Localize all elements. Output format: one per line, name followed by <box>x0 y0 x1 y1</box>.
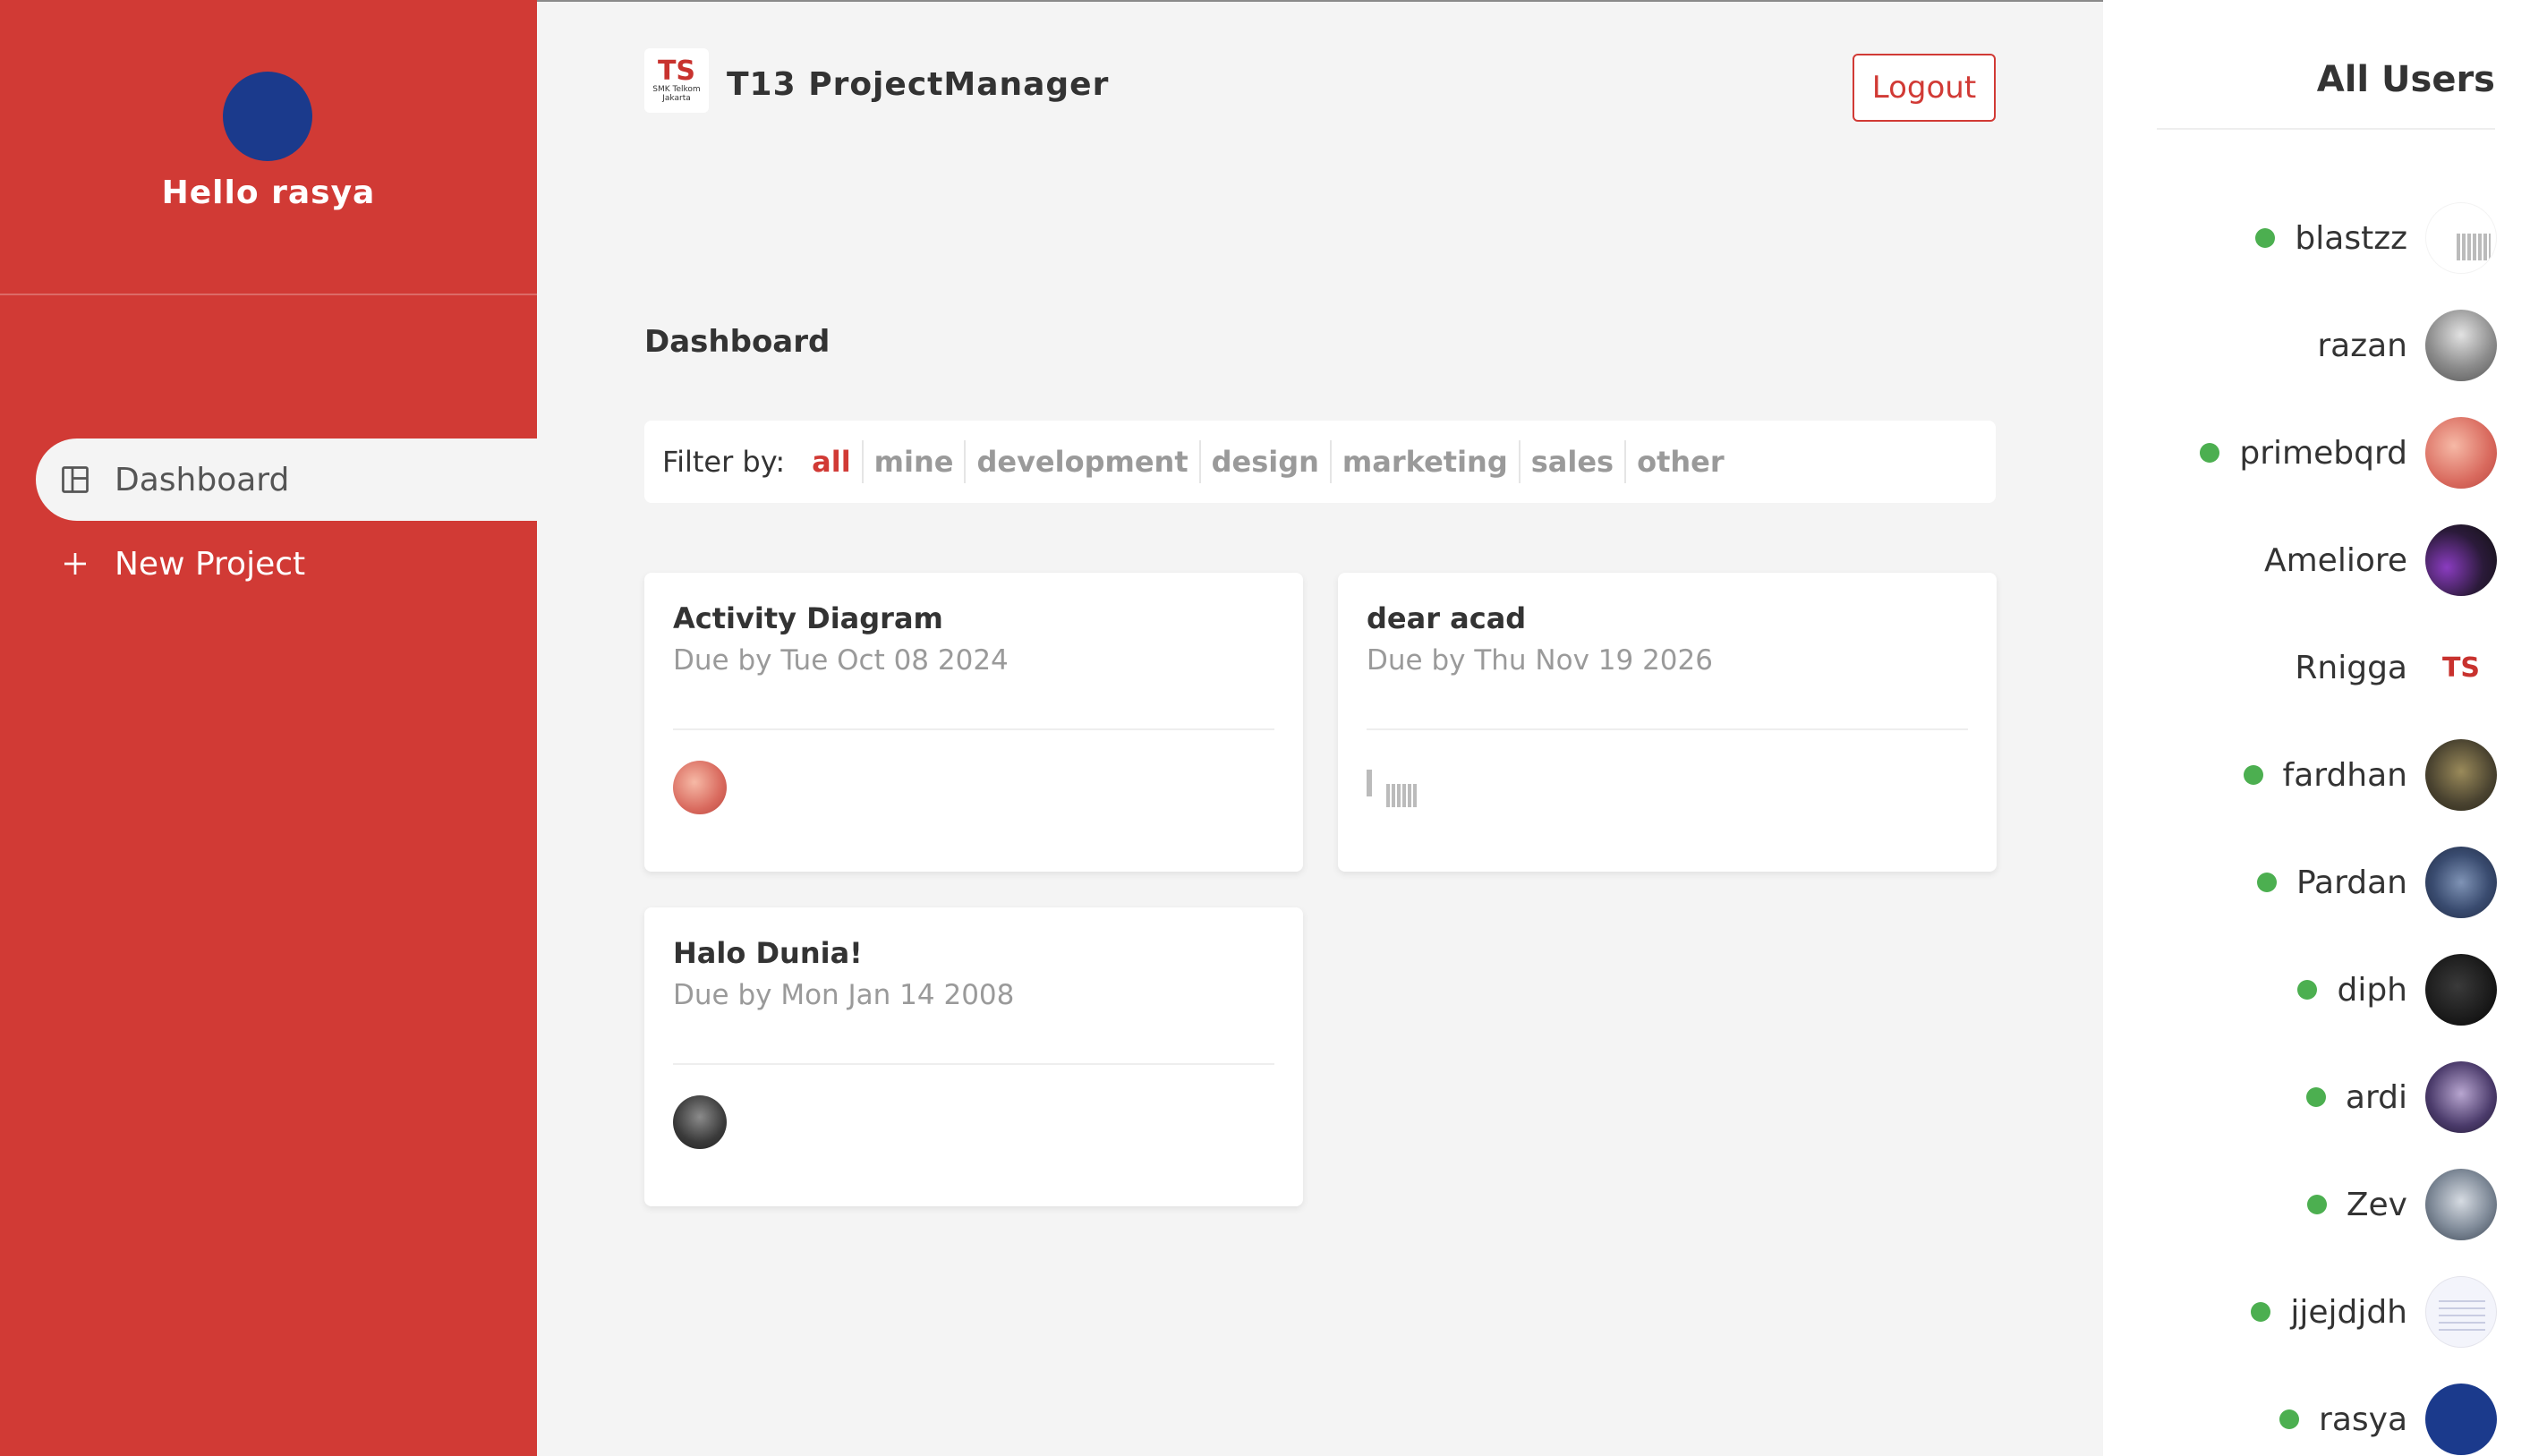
filter-development[interactable]: development <box>966 440 1201 483</box>
user-list-item[interactable]: diph <box>2297 954 2497 1026</box>
online-status-dot <box>2279 1409 2300 1429</box>
sidebar: Hello rasya Dashboard New Project <box>0 0 537 1456</box>
user-name: blastzz <box>2295 219 2407 257</box>
project-due-date: Due by Thu Nov 19 2026 <box>1367 644 1713 677</box>
layout-icon <box>57 462 93 498</box>
user-name: Pardan <box>2296 864 2407 901</box>
user-name: Zev <box>2346 1186 2407 1223</box>
user-avatar <box>2425 1061 2497 1133</box>
project-title: Halo Dunia! <box>673 936 863 970</box>
users-divider <box>2157 128 2495 130</box>
assignee-avatar <box>673 761 727 814</box>
user-name: Rnigga <box>2295 649 2407 686</box>
online-status-dot <box>2251 1302 2271 1322</box>
user-list-item[interactable]: jjejdjdh <box>2251 1276 2497 1348</box>
card-divider <box>1367 728 1968 730</box>
user-list-item[interactable]: blastzz <box>2255 202 2497 274</box>
user-list-item[interactable]: rasya <box>2279 1384 2497 1455</box>
card-divider <box>673 728 1274 730</box>
brand-title: T13 ProjectManager <box>727 66 1110 103</box>
online-status-dot <box>2306 1195 2327 1214</box>
sidebar-item-dashboard[interactable]: Dashboard <box>36 439 537 521</box>
online-status-dot <box>2255 228 2276 248</box>
project-title: Activity Diagram <box>673 601 943 635</box>
filter-all[interactable]: all <box>801 440 864 483</box>
user-avatar <box>2425 1384 2497 1455</box>
filter-other[interactable]: other <box>1626 440 1735 483</box>
filter-label: Filter by: <box>662 445 786 479</box>
user-avatar <box>2425 310 2497 381</box>
user-name: jjejdjdh <box>2290 1293 2407 1331</box>
assignee-avatar <box>1367 761 1420 814</box>
user-list-item[interactable]: Ameliore <box>2264 524 2497 596</box>
online-status-dot <box>2200 443 2220 463</box>
filter-design[interactable]: design <box>1201 440 1332 483</box>
project-title: dear acad <box>1367 601 1527 635</box>
online-status-dot <box>2297 980 2318 1000</box>
user-avatar <box>2425 417 2497 489</box>
assignee-avatar <box>673 1095 727 1149</box>
user-list-item[interactable]: fardhan <box>2243 739 2497 811</box>
sidebar-item-label: Dashboard <box>115 461 290 498</box>
brand-logo: TS SMK Telkom Jakarta <box>644 48 709 113</box>
user-name: rasya <box>2319 1401 2407 1438</box>
project-card[interactable]: Activity Diagram Due by Tue Oct 08 2024 <box>644 573 1303 872</box>
project-due-date: Due by Tue Oct 08 2024 <box>673 644 1009 677</box>
user-avatar: TS <box>2425 632 2497 703</box>
online-status-dot <box>2305 1087 2326 1107</box>
current-user-avatar[interactable] <box>223 72 312 161</box>
project-card[interactable]: Halo Dunia! Due by Mon Jan 14 2008 <box>644 907 1303 1206</box>
filter-sales[interactable]: sales <box>1521 440 1627 483</box>
sidebar-item-new-project[interactable]: New Project <box>36 523 537 605</box>
user-name: fardhan <box>2282 756 2407 794</box>
user-list-item[interactable]: Pardan <box>2256 847 2497 918</box>
user-avatar <box>2425 739 2497 811</box>
user-name: primebqrd <box>2239 434 2407 472</box>
online-status-dot <box>2243 765 2263 785</box>
project-filter: Filter by: all mine development design m… <box>644 421 1996 503</box>
users-panel-title: All Users <box>2316 59 2495 100</box>
user-name: ardi <box>2345 1078 2407 1116</box>
logo-text: SMK Telkom Jakarta <box>652 85 701 103</box>
user-avatar <box>2425 954 2497 1026</box>
user-avatar <box>2425 524 2497 596</box>
greeting: Hello rasya <box>161 175 376 211</box>
sidebar-item-label: New Project <box>115 545 306 583</box>
user-list-item[interactable]: ardi <box>2305 1061 2497 1133</box>
sidebar-divider <box>0 294 537 295</box>
online-status-dot <box>2256 873 2277 892</box>
user-avatar <box>2425 1276 2497 1348</box>
plus-icon <box>57 546 93 582</box>
user-avatar <box>2425 847 2497 918</box>
user-list-item[interactable]: Rnigga TS <box>2295 632 2497 703</box>
user-list-item[interactable]: primebqrd <box>2200 417 2497 489</box>
user-avatar <box>2425 202 2497 274</box>
logo-glyph: TS <box>657 55 696 87</box>
card-divider <box>673 1063 1274 1065</box>
user-name: diph <box>2337 971 2407 1009</box>
user-list-item[interactable]: Zev <box>2306 1169 2497 1240</box>
filter-mine[interactable]: mine <box>864 440 967 483</box>
filter-marketing[interactable]: marketing <box>1332 440 1521 483</box>
project-due-date: Due by Mon Jan 14 2008 <box>673 979 1015 1011</box>
user-name: Ameliore <box>2263 541 2407 579</box>
user-name: razan <box>2317 327 2407 364</box>
logout-button[interactable]: Logout <box>1853 54 1996 122</box>
page-title: Dashboard <box>644 324 831 360</box>
project-card[interactable]: dear acad Due by Thu Nov 19 2026 <box>1338 573 1997 872</box>
user-avatar <box>2425 1169 2497 1240</box>
user-list-item[interactable]: razan <box>2317 310 2497 381</box>
